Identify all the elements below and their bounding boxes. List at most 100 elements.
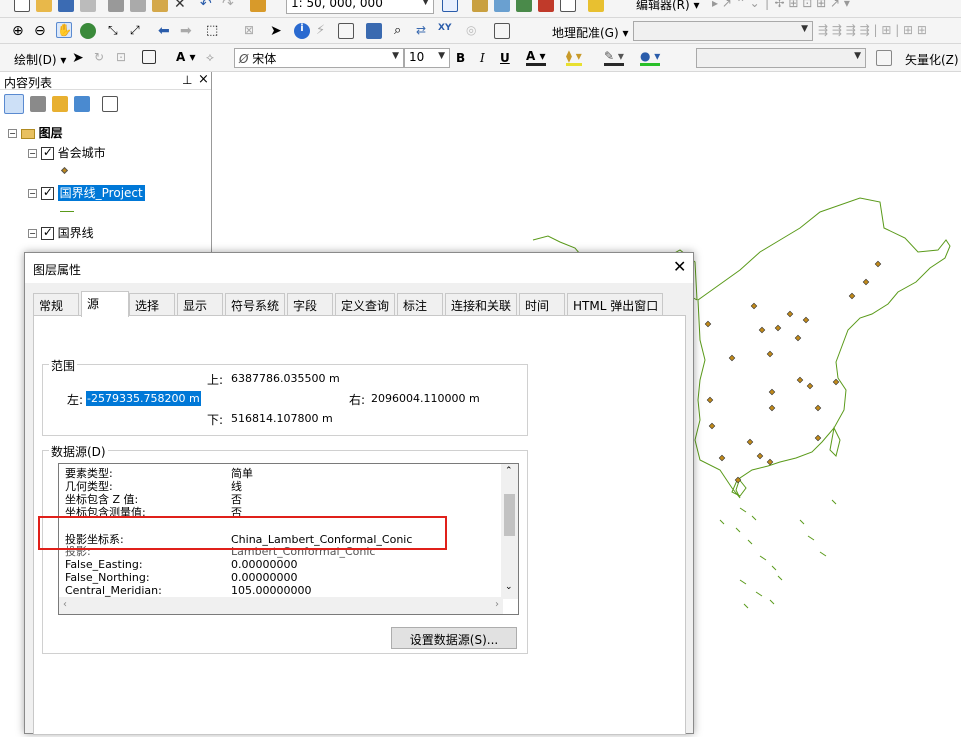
redo-icon[interactable]: ↷ [222,0,238,12]
layer-visibility-checkbox[interactable] [40,185,54,200]
layer-item-border[interactable]: − 国界线 [28,224,94,241]
tab-selection[interactable]: 选择 [129,293,175,315]
tab-fields[interactable]: 字段 [287,293,333,315]
delete-icon[interactable]: ✕ [174,0,190,12]
select-elements-arrow-icon[interactable]: ➤ [72,50,88,66]
select-elements-icon[interactable]: ➤ [270,23,286,39]
vectorize-dropdown[interactable]: ▼ [696,48,866,68]
go-to-xy-icon[interactable]: XY [438,23,454,39]
arctoolbox-icon[interactable] [516,0,532,12]
find-icon[interactable]: ⌕ [394,23,410,39]
marker-color-icon[interactable]: ● ▾ [640,49,661,66]
fixed-zoom-out-icon[interactable]: ⤢ [130,23,146,39]
identify-icon[interactable]: i [294,23,310,39]
back-extent-icon[interactable]: ⬅ [158,23,174,39]
layer-options-icon[interactable] [876,50,892,66]
left-value[interactable]: -2579335.758200 m [86,391,201,406]
layers-root[interactable]: − 图层 [8,124,63,141]
save-icon[interactable] [58,0,74,12]
catalog-icon[interactable] [472,0,488,12]
set-data-source-button[interactable]: 设置数据源(S)... [391,627,517,649]
vertical-scrollbar[interactable]: ⌃ ⌄ [501,464,518,599]
text-tool-icon[interactable]: A ▾ [176,50,196,64]
italic-button[interactable]: I [480,51,485,65]
fill-color-icon[interactable]: ⧫ ▾ [566,49,582,66]
clear-selection-icon[interactable]: ⊠ [244,23,260,39]
copy-icon[interactable] [130,0,146,12]
georef-tools-icon[interactable]: ⇶ ⇶ ⇶ ⇶ | ⊞ | ⊞ ⊞ [818,23,927,37]
create-viewer-icon[interactable] [494,23,510,39]
layer-visibility-checkbox[interactable] [40,225,54,240]
list-by-drawing-order-icon[interactable] [4,94,24,114]
layer-visibility-checkbox[interactable] [40,145,54,160]
toc-options-icon[interactable] [102,96,118,112]
tab-source[interactable]: 源 [81,291,129,317]
bold-button[interactable]: B [456,51,465,65]
layer-item-capitals[interactable]: − 省会城市 [28,144,106,161]
cut-icon[interactable] [108,0,124,12]
paste-icon[interactable] [152,0,168,12]
zoom-out-icon[interactable]: ⊖ [34,23,50,39]
measure-icon[interactable] [366,23,382,39]
find-route-icon[interactable]: ⇄ [416,23,432,39]
add-data-icon[interactable] [250,0,266,12]
hyperlink-icon[interactable]: ⚡ [316,23,332,39]
scrollbar-thumb[interactable] [504,494,515,536]
editor-toolbar-icon[interactable] [442,0,458,12]
underline-button[interactable]: U [500,51,510,65]
georeferencing-menu[interactable]: 地理配准(G) ▾ [552,24,629,41]
pin-icon[interactable]: ⊥ [182,73,192,87]
pan-icon[interactable]: ✋ [56,22,72,38]
time-slider-icon[interactable]: ◎ [466,23,482,39]
font-color-icon[interactable]: A ▾ [526,49,546,66]
horizontal-scrollbar[interactable]: ‹ › [59,597,503,614]
html-popup-icon[interactable] [338,23,354,39]
georef-layer-dropdown[interactable]: ▼ [633,21,813,41]
edit-tools-icon[interactable]: ▸ ↗ ⌃ ⌄ │ ✢ ⊞ ⊡ ⊞ ↗ ▾ [712,0,850,10]
zoom-in-icon[interactable]: ⊕ [12,23,28,39]
tab-display[interactable]: 显示 [177,293,223,315]
fixed-zoom-in-icon[interactable]: ⤡ [108,23,124,39]
layers-stack-icon [20,128,35,139]
draw-menu[interactable]: 绘制(D) ▾ [14,51,66,68]
list-by-visibility-icon[interactable] [52,96,68,112]
zoom-whole-page-icon[interactable]: ⊡ [116,50,132,66]
scroll-down-icon[interactable]: ⌄ [505,582,513,592]
tab-html-popup[interactable]: HTML 弹出窗口 [567,293,663,315]
python-icon[interactable] [538,0,554,12]
select-features-icon[interactable]: ⬚ [206,23,222,39]
scroll-left-icon[interactable]: ‹ [63,599,67,610]
draw-menu-label: 绘制(D) [14,53,57,67]
rotate-icon[interactable]: ↻ [94,50,110,66]
layer-item-border-project[interactable]: − 国界线_Project [28,184,145,201]
model-builder-icon[interactable] [560,0,576,12]
toc-close-icon[interactable]: × [198,72,209,87]
scroll-right-icon[interactable]: › [495,599,499,610]
undo-icon[interactable]: ↶ [200,0,216,12]
tools-icon[interactable] [588,0,604,12]
editor-menu[interactable]: 编辑器(R) ▾ [636,0,700,13]
forward-extent-icon[interactable]: ➡ [180,23,196,39]
font-dropdown[interactable]: Ø 宋体 ▼ [234,48,404,68]
font-size-dropdown[interactable]: 10 ▼ [404,48,450,68]
tab-definition-query[interactable]: 定义查询 [335,293,395,315]
full-extent-icon[interactable] [80,23,96,39]
close-icon[interactable]: ✕ [673,257,686,276]
rectangle-icon[interactable] [142,50,156,64]
map-scale-dropdown[interactable]: 1: 50, 000, 000 ▼ [286,0,434,14]
tab-joins-relates[interactable]: 连接和关联 [445,293,517,315]
vectorize-menu[interactable]: 矢量化(Z) [905,51,959,68]
tab-labels[interactable]: 标注 [397,293,443,315]
tab-time[interactable]: 时间 [519,293,565,315]
list-by-source-icon[interactable] [30,96,46,112]
scroll-up-icon[interactable]: ⌃ [505,466,513,476]
edit-vertices-icon[interactable]: ⟡ [206,50,222,66]
tab-symbology[interactable]: 符号系统 [225,293,285,315]
open-folder-icon[interactable] [36,0,52,12]
search-window-icon[interactable] [494,0,510,12]
print-icon[interactable] [80,0,96,12]
line-color-icon[interactable]: ✎ ▾ [604,49,624,66]
new-document-icon[interactable] [14,0,30,12]
list-by-selection-icon[interactable] [74,96,90,112]
tab-general[interactable]: 常规 [33,293,79,315]
